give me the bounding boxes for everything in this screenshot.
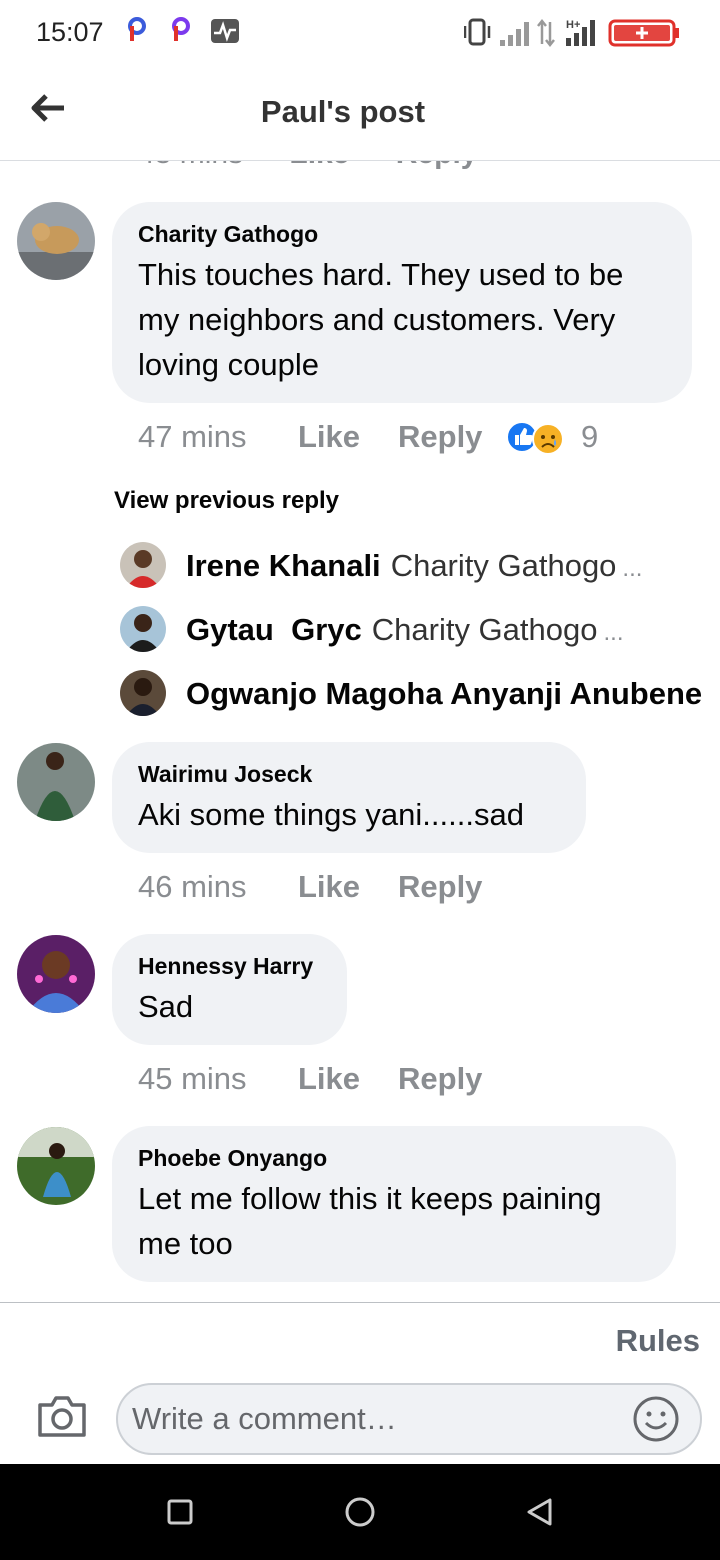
smiley-icon[interactable] [632,1395,680,1443]
like-button[interactable]: Like [298,1059,398,1099]
reply-ellipsis: ... [603,619,624,646]
avatar[interactable] [17,743,95,821]
avatar[interactable] [17,1127,95,1205]
comment-text: Aki some things yani......sad [138,797,524,832]
reply-button[interactable]: Reply [398,867,482,907]
comment-bubble: Wairimu Joseck Aki some things yani.....… [112,742,586,853]
like-button[interactable]: Like [298,867,398,907]
comment-time: 45 mins [138,1061,247,1096]
p-app-icon [172,17,190,41]
reply-item[interactable]: Gytau Gryc Charity Gathogo... [120,606,720,654]
circle-icon[interactable] [344,1496,376,1528]
status-bar: 15:07 H+ [0,0,720,66]
page-title: Paul's post [260,94,426,129]
square-icon[interactable] [164,1496,196,1528]
status-right-icons: H+ [464,18,679,48]
comment-actions: 46 mins Like Reply [138,867,482,907]
comment-time: 46 mins [138,869,247,904]
comment-text: Sad [138,989,194,1024]
camera-icon[interactable] [36,1393,88,1439]
data-arrows-icon [537,18,555,48]
reply-author: Gytau Gryc [186,612,362,647]
activity-icon [211,19,239,43]
battery-icon [608,19,679,47]
avatar[interactable] [17,202,95,280]
reply-button[interactable]: Reply [398,1059,482,1099]
comment-time: 48 mins [138,161,243,170]
reply-item[interactable]: Ogwanjo Magoha Anyanji Anubene [120,670,720,718]
like-button[interactable]: Like [298,417,398,457]
reply-text: Charity Gathogo [390,548,617,583]
reply-text: Charity Gathogo [371,612,598,647]
reply-author: Irene Khanali [186,548,381,583]
signal-icon [500,22,529,46]
comment-input[interactable]: Write a comment… [116,1383,702,1455]
comment-author[interactable]: Hennessy Harry [138,952,321,980]
p-app-icon [128,17,146,41]
svg-text:H+: H+ [566,19,580,31]
comment-time: 47 mins [138,419,247,454]
comment-placeholder: Write a comment… [132,1401,397,1436]
comment-bubble: Charity Gathogo This touches hard. They … [112,202,692,403]
comment-actions: 45 mins Like Reply [138,1059,482,1099]
rules-link[interactable]: Rules [616,1323,700,1359]
comment-bubble: Hennessy Harry Sad [112,934,347,1045]
partial-comment-actions: 48 mins Like Reply [138,161,515,171]
status-time: 15:07 [36,17,104,47]
comment-author[interactable]: Wairimu Joseck [138,760,560,788]
comment-author[interactable]: Charity Gathogo [138,220,666,248]
view-previous-replies-link[interactable]: View previous reply [114,487,339,515]
vibrate-icon [464,18,491,46]
sad-reaction-icon [532,423,564,455]
reply-author: Ogwanjo Magoha Anyanji Anubene [186,676,703,711]
avatar [120,670,166,716]
triangle-back-icon[interactable] [524,1496,556,1528]
comment-bubble: Phoebe Onyango Let me follow this it kee… [112,1126,676,1282]
comment-text: Let me follow this it keeps paining me t… [138,1181,602,1261]
avatar[interactable] [17,935,95,1013]
post-header: Paul's post [0,66,720,161]
reply-button[interactable]: Reply [396,161,478,170]
reply-ellipsis: ... [622,555,643,582]
avatar [120,542,166,588]
comment-author[interactable]: Phoebe Onyango [138,1144,650,1172]
reply-button[interactable]: Reply [398,417,482,457]
reply-item[interactable]: Irene Khanali Charity Gathogo... [120,542,720,590]
comment-composer: Rules Write a comment… [0,1302,720,1465]
reactions-icon[interactable] [506,417,568,457]
comments-list[interactable]: 48 mins Like Reply Charity Gathogo This … [0,161,720,1302]
reaction-count[interactable]: 9 [581,417,598,457]
avatar [120,606,166,652]
like-button[interactable]: Like [289,161,349,170]
comment-actions: 47 mins Like Reply 9 [138,417,698,457]
system-nav-bar [0,1464,720,1560]
comment-text: This touches hard. They used to be my ne… [138,257,624,382]
